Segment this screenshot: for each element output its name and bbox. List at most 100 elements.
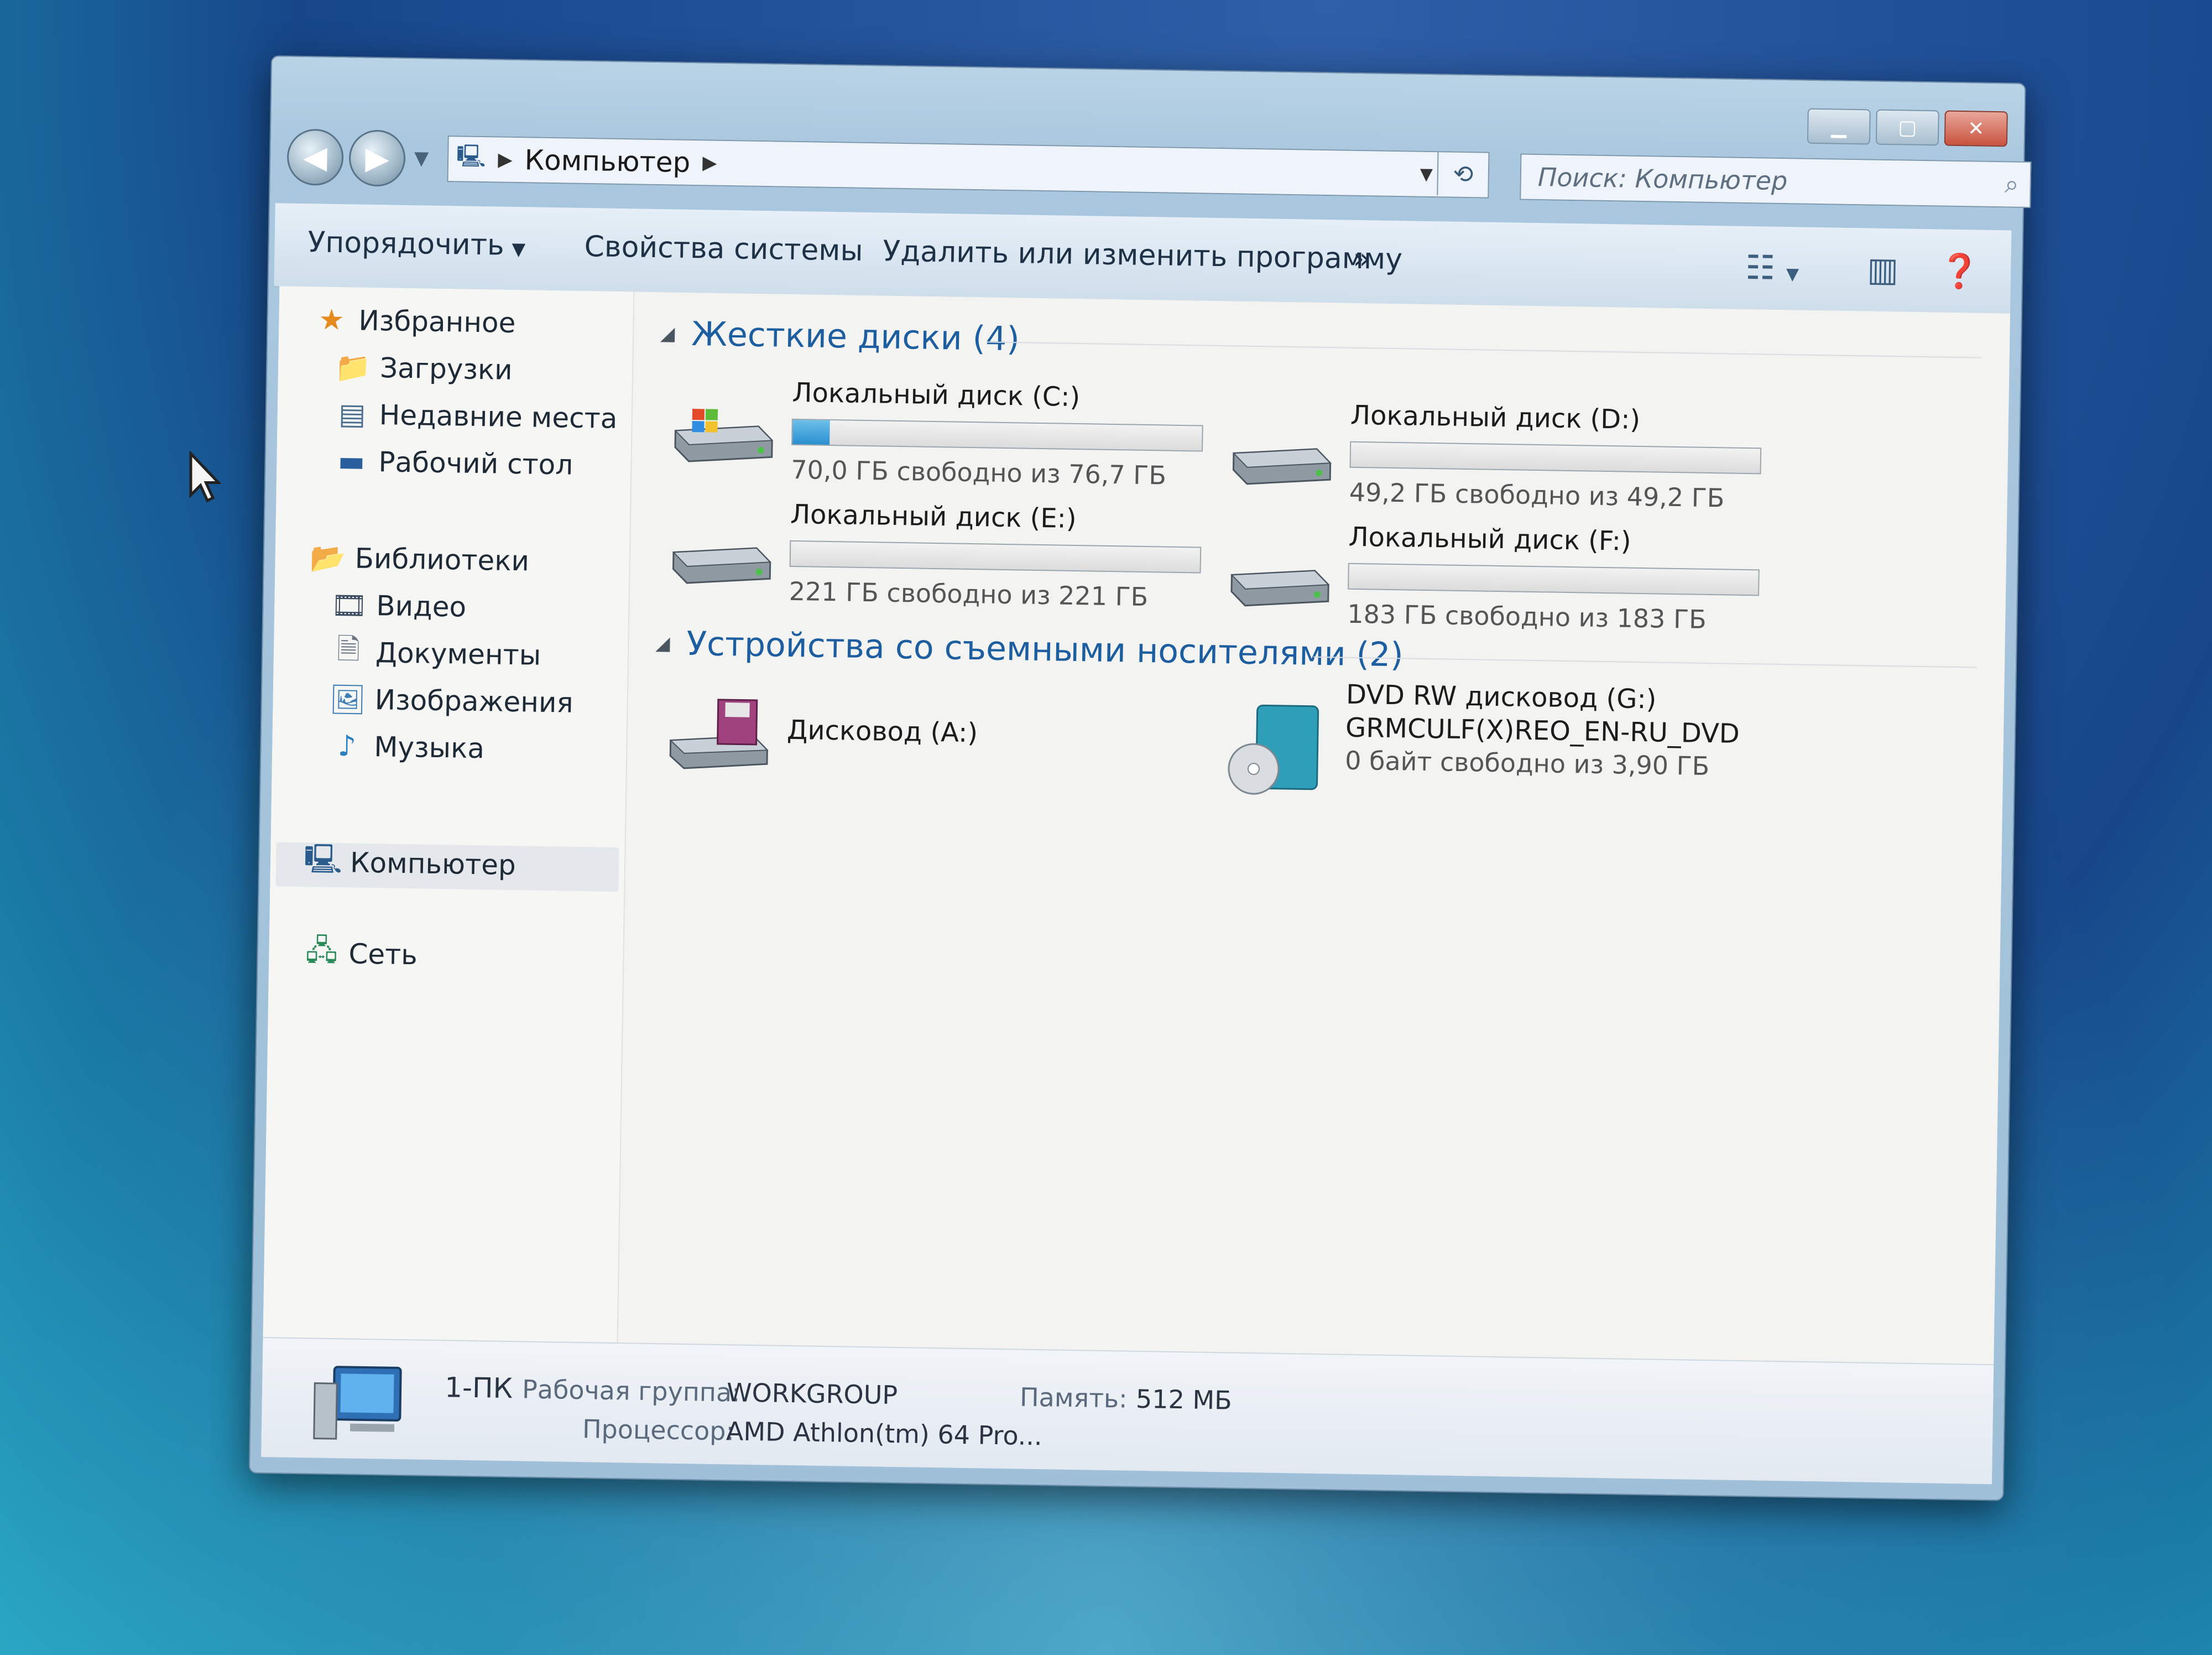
organize-button[interactable]: Упорядочить ▼ xyxy=(307,226,526,262)
chevron-down-icon: ▼ xyxy=(512,238,526,260)
drive-tile-d[interactable]: Локальный диск (D:) 49,2 ГБ свободно из … xyxy=(1227,398,1771,517)
group-title: Жесткие диски (4) xyxy=(691,315,1020,359)
drive-usage-fill xyxy=(792,419,830,445)
memory-value: 512 МБ xyxy=(1135,1383,1233,1415)
system-properties-button[interactable]: Свойства системы xyxy=(584,230,863,268)
drive-free-space: 49,2 ГБ свободно из 49,2 ГБ xyxy=(1349,477,1725,513)
maximize-button[interactable]: ▢ xyxy=(1875,109,1939,146)
breadcrumb-computer[interactable]: Компьютер xyxy=(524,144,691,179)
star-icon: ★ xyxy=(318,303,345,337)
drive-tile-e[interactable]: Локальный диск (E:) 221 ГБ свободно из 2… xyxy=(667,497,1211,616)
navigation-bar: ◀ ▶ ▼ 🖳 ▶ Компьютер ▶ ▼ ⟲ Поиск: Компьют… xyxy=(286,128,2032,211)
drive-tile-dvd[interactable]: DVD RW дисковод (G:) GRMCULF(X)REO_EN-RU… xyxy=(1223,677,1833,797)
sidebar-item-computer[interactable]: 🖳 Компьютер xyxy=(304,842,517,882)
sidebar-item-label: Загрузки xyxy=(379,352,513,386)
drive-usage-bar xyxy=(1348,563,1760,596)
sidebar-item-label: Сеть xyxy=(348,938,418,971)
workgroup-value: WORKGROUP xyxy=(726,1377,898,1411)
sidebar-item-label: Изображения xyxy=(374,684,574,719)
drive-free-space: 183 ГБ свободно из 183 ГБ xyxy=(1347,598,1707,634)
drive-tile-floppy[interactable]: Дисковод (A:) xyxy=(664,679,1208,798)
help-icon[interactable]: ❓ xyxy=(1939,251,1981,291)
back-button[interactable]: ◀ xyxy=(286,128,344,186)
sidebar-libraries[interactable]: 📂 Библиотеки xyxy=(308,541,530,577)
hard-drive-icon xyxy=(672,547,771,584)
sidebar-item-documents[interactable]: 🗎 Документы xyxy=(329,632,541,672)
collapse-triangle-icon[interactable]: ◢ xyxy=(655,632,670,654)
group-divider xyxy=(987,341,1982,358)
refresh-button[interactable]: ⟲ xyxy=(1437,152,1489,196)
drive-tile-c[interactable]: Локальный диск (C:) 70,0 ГБ свободно из … xyxy=(669,375,1213,494)
forward-button[interactable]: ▶ xyxy=(348,129,406,187)
navigation-pane: ★ Избранное 📁 Загрузки ▤ Недавние места … xyxy=(263,286,635,1343)
sidebar-libraries-label: Библиотеки xyxy=(354,542,530,577)
window-controls: ▁ ▢ ✕ xyxy=(1807,108,2008,147)
drive-usage-bar xyxy=(1349,441,1762,475)
explorer-window: ▁ ▢ ✕ ◀ ▶ ▼ 🖳 ▶ Компьютер ▶ ▼ ⟲ Поиск: К… xyxy=(248,55,2032,1501)
network-icon: 🖧 xyxy=(305,933,338,967)
sidebar-item-label: Компьютер xyxy=(349,846,517,882)
breadcrumb-separator-icon[interactable]: ▶ xyxy=(498,148,513,170)
sidebar-item-pictures[interactable]: 🖼 Изображения xyxy=(328,683,573,720)
computer-icon: 🖳 xyxy=(304,842,343,876)
processor-label: Процессор: xyxy=(582,1414,735,1446)
drive-usage-bar xyxy=(789,540,1202,574)
recent-places-icon: ▤ xyxy=(338,398,366,431)
sidebar-item-label: Недавние места xyxy=(379,399,618,435)
drive-name: Локальный диск (E:) xyxy=(790,498,1077,534)
drive-usage-fill xyxy=(1350,442,1352,467)
collapse-triangle-icon[interactable]: ◢ xyxy=(660,322,675,345)
drive-free-space: 0 байт свободно из 3,90 ГБ xyxy=(1344,745,1710,782)
computer-icon: 🖳 xyxy=(456,143,486,170)
content-pane: ◢ Жесткие диски (4) Локальный диск (C:) … xyxy=(628,292,2005,1364)
sidebar-item-recent-places[interactable]: ▤ Недавние места xyxy=(332,398,618,435)
view-options-icon[interactable]: ☷ ▼ xyxy=(1745,248,1799,288)
drive-name: DVD RW дисковод (G:) xyxy=(1345,679,1657,715)
sidebar-item-video[interactable]: 🎞 Видео xyxy=(330,589,467,624)
organize-label: Упорядочить xyxy=(307,226,505,262)
search-input[interactable]: Поиск: Компьютер ⌕ xyxy=(1520,153,2032,209)
workgroup-label: Рабочая группа: xyxy=(521,1374,741,1408)
group-title: Устройства со съемными носителями (2) xyxy=(686,624,1404,675)
breadcrumb-chevron-icon[interactable]: ▶ xyxy=(702,152,717,174)
drive-name: Локальный диск (F:) xyxy=(1348,521,1632,557)
sidebar-item-network[interactable]: 🖧 Сеть xyxy=(302,933,418,971)
sidebar-favorites[interactable]: ★ Избранное xyxy=(312,303,516,340)
drive-tile-f[interactable]: Локальный диск (F:) 183 ГБ свободно из 1… xyxy=(1225,519,1769,638)
pictures-icon: 🖼 xyxy=(329,683,367,717)
system-drive-icon xyxy=(674,409,774,462)
group-divider xyxy=(1313,656,1978,668)
sidebar-item-music[interactable]: ♪ Музыка xyxy=(327,730,485,765)
group-removable-header[interactable]: ◢ Устройства со съемными носителями (2) xyxy=(655,624,1404,674)
mouse-cursor-icon xyxy=(189,451,221,503)
document-icon: 🗎 xyxy=(336,632,361,667)
minimize-button[interactable]: ▁ xyxy=(1807,108,1871,145)
more-commands-button[interactable]: » xyxy=(1353,242,1371,275)
computer-name: 1-ПК xyxy=(444,1371,513,1405)
explorer-client-area: ★ Избранное 📁 Загрузки ▤ Недавние места … xyxy=(261,286,2011,1485)
drive-usage-bar xyxy=(791,418,1203,452)
close-button[interactable]: ✕ xyxy=(1944,110,2008,147)
dvd-drive-icon xyxy=(1228,704,1319,795)
group-hard-drives-header[interactable]: ◢ Жесткие диски (4) xyxy=(660,314,1020,358)
memory-label: Память: xyxy=(1019,1382,1128,1414)
address-dropdown-icon[interactable]: ▼ xyxy=(1420,164,1433,184)
recent-pages-dropdown-icon[interactable]: ▼ xyxy=(414,147,429,169)
drive-free-space: 70,0 ГБ свободно из 76,7 ГБ xyxy=(790,454,1167,491)
sidebar-item-label: Видео xyxy=(375,590,467,623)
search-icon[interactable]: ⌕ xyxy=(2005,169,2020,200)
libraries-folder-icon: 📂 xyxy=(309,541,346,575)
video-icon: 🎞 xyxy=(330,589,368,623)
sidebar-favorites-label: Избранное xyxy=(358,304,516,340)
hard-drive-icon xyxy=(1230,570,1330,607)
sidebar-item-desktop[interactable]: ▬ Рабочий стол xyxy=(332,445,573,482)
drive-free-space: 221 ГБ свободно из 221 ГБ xyxy=(789,576,1149,612)
drive-name: Локальный диск (C:) xyxy=(792,377,1081,413)
downloads-folder-icon: 📁 xyxy=(335,351,371,385)
drive-name: Дисковод (A:) xyxy=(786,714,978,749)
address-bar[interactable]: 🖳 ▶ Компьютер ▶ ▼ ⟲ xyxy=(447,136,1490,199)
uninstall-program-button[interactable]: Удалить или изменить программу xyxy=(883,235,1402,276)
sidebar-item-downloads[interactable]: 📁 Загрузки xyxy=(333,351,513,387)
preview-pane-icon[interactable]: ▥ xyxy=(1867,250,1899,289)
hard-drive-icon xyxy=(1232,448,1332,485)
